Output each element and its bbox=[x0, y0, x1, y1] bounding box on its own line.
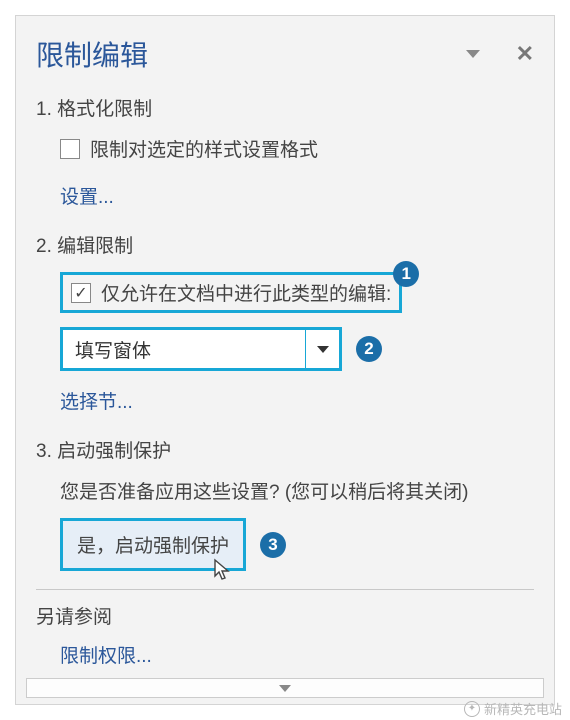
enforce-row: 是，启动强制保护 3 bbox=[60, 518, 534, 571]
see-also-heading: 另请参阅 bbox=[36, 602, 534, 629]
panel-controls: ✕ bbox=[466, 41, 534, 67]
formatting-settings-link[interactable]: 设置... bbox=[60, 182, 114, 209]
editing-restrict-highlight: 仅允许在文档中进行此类型的编辑: 1 bbox=[60, 272, 402, 313]
enforce-prompt: 您是否准备应用这些设置? (您可以稍后将其关闭) bbox=[60, 477, 534, 504]
mouse-cursor-icon bbox=[213, 558, 233, 582]
restrict-editing-panel: 限制编辑 ✕ 1. 格式化限制 限制对选定的样式设置格式 设置... 2. 编辑… bbox=[15, 15, 555, 705]
select-sections-link[interactable]: 选择节... bbox=[60, 387, 133, 414]
wechat-icon: ✦ bbox=[464, 701, 480, 717]
formatting-restrict-label: 限制对选定的样式设置格式 bbox=[90, 135, 318, 162]
panel-options-dropdown-icon[interactable] bbox=[466, 50, 480, 58]
dropdown-button[interactable] bbox=[305, 330, 339, 368]
section3-heading: 3. 启动强制保护 bbox=[36, 436, 534, 463]
formatting-restrict-checkbox[interactable] bbox=[60, 139, 80, 159]
chevron-down-icon bbox=[317, 346, 329, 353]
callout-badge-3: 3 bbox=[260, 532, 286, 558]
formatting-restrict-row: 限制对选定的样式设置格式 bbox=[60, 135, 534, 162]
editing-type-dropdown[interactable]: 填写窗体 bbox=[60, 327, 342, 371]
watermark-text: 新精英充电站 bbox=[484, 699, 562, 718]
section1-heading: 1. 格式化限制 bbox=[36, 94, 534, 121]
scroll-down-bar[interactable] bbox=[26, 678, 544, 698]
editing-restrict-label: 仅允许在文档中进行此类型的编辑: bbox=[101, 279, 391, 306]
chevron-down-icon bbox=[279, 685, 291, 692]
callout-badge-1: 1 bbox=[393, 261, 419, 287]
editing-type-value: 填写窗体 bbox=[63, 336, 305, 363]
callout-badge-2: 2 bbox=[356, 336, 382, 362]
start-enforcement-label: 是，启动强制保护 bbox=[77, 536, 229, 557]
watermark: ✦ 新精英充电站 bbox=[464, 699, 562, 718]
close-icon[interactable]: ✕ bbox=[516, 41, 534, 67]
editing-type-row: 填写窗体 2 bbox=[60, 327, 534, 371]
panel-header: 限制编辑 ✕ bbox=[36, 34, 534, 74]
section2-heading: 2. 编辑限制 bbox=[36, 231, 534, 258]
divider bbox=[36, 589, 534, 590]
start-enforcement-button[interactable]: 是，启动强制保护 bbox=[60, 518, 246, 571]
restrict-permission-link[interactable]: 限制权限... bbox=[60, 641, 152, 668]
editing-restrict-checkbox[interactable] bbox=[71, 283, 91, 303]
panel-title: 限制编辑 bbox=[36, 34, 148, 74]
